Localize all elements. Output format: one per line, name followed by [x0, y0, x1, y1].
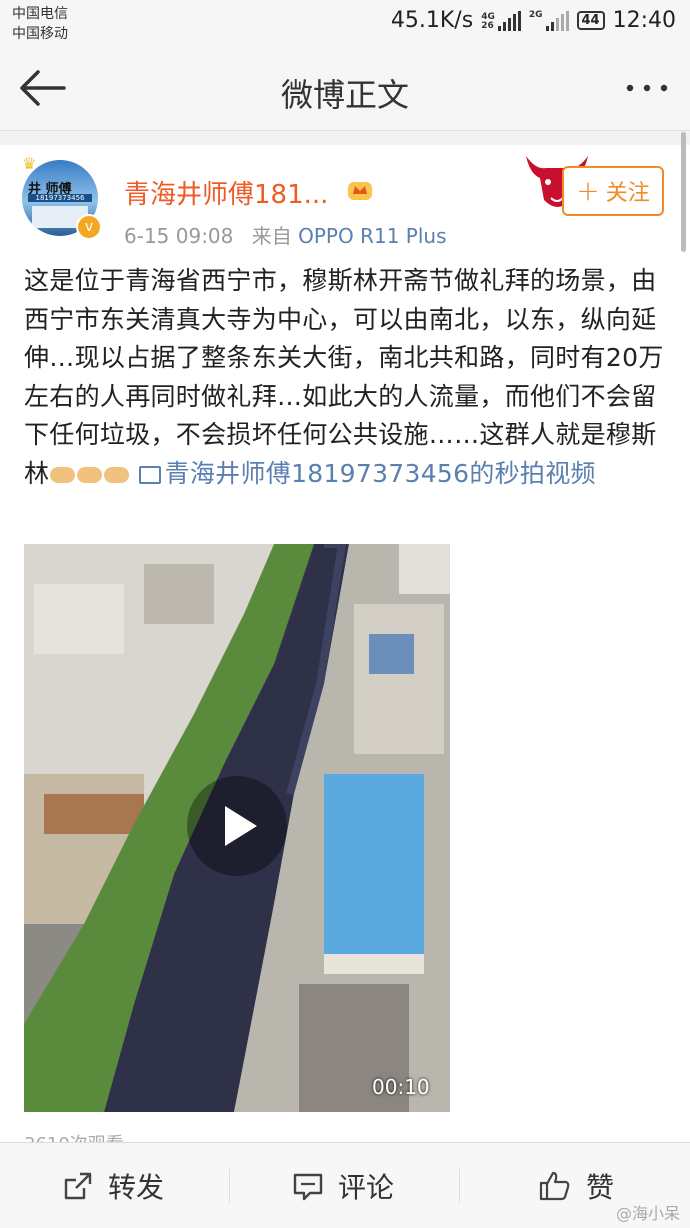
- post-body: 这是位于青海省西宁市，穆斯林开斋节做礼拜的场景，由西宁市东关清真大寺为中心，可以…: [24, 266, 664, 488]
- comment-icon: [293, 1173, 323, 1200]
- comment-button[interactable]: 评论: [292, 1143, 394, 1228]
- action-divider: [229, 1169, 230, 1203]
- clock: 12:40: [612, 8, 676, 33]
- handshake-emoji-icon: [50, 466, 76, 483]
- follow-button[interactable]: + 关注: [562, 166, 664, 216]
- action-divider: [459, 1169, 460, 1203]
- battery-icon: 44: [576, 11, 605, 30]
- post-text: 这是位于青海省西宁市，穆斯林开斋节做礼拜的场景，由西宁市东关清真大寺为中心，可以…: [24, 262, 668, 493]
- action-bar: 转发 评论 赞: [0, 1142, 690, 1228]
- network-label-26: 26: [481, 20, 494, 31]
- repost-icon: [64, 1172, 92, 1199]
- repost-button[interactable]: 转发: [62, 1143, 164, 1228]
- network-label-2g: 2G: [528, 9, 543, 20]
- video-link-icon: [138, 465, 161, 484]
- thumbs-up-icon: [539, 1171, 570, 1200]
- signal-icon: 4G 26: [481, 10, 521, 31]
- scrollbar[interactable]: [681, 132, 686, 252]
- video-link[interactable]: 青海井师傅18197373456的秒拍视频: [138, 458, 596, 488]
- page-title: 微博正文: [280, 76, 409, 114]
- handshake-emoji-icon: [104, 466, 130, 483]
- network-speed: 45.1K/s: [390, 8, 474, 33]
- username[interactable]: 青海井师傅181...: [124, 174, 328, 211]
- avatar[interactable]: 井 师傅 18197373456 ♛ v: [22, 154, 102, 240]
- follow-label: 关注: [605, 181, 650, 206]
- post-source[interactable]: OPPO R11 Plus: [298, 224, 446, 248]
- nav-bar: 微博正文: [0, 48, 690, 131]
- status-right: 45.1K/s 4G 26 2G 44 12:40: [391, 8, 676, 33]
- crown-icon: ♛: [22, 154, 37, 173]
- carrier-info: 中国电信 中国移动: [12, 4, 68, 44]
- verified-icon: v: [76, 214, 102, 240]
- comment-label: 评论: [338, 1170, 395, 1204]
- avatar-phone-text: 18197373456: [28, 194, 92, 202]
- like-button[interactable]: 赞: [538, 1143, 614, 1228]
- carrier-2: 中国移动: [12, 26, 68, 42]
- handshake-emoji-icon: [77, 466, 103, 483]
- more-dots-icon[interactable]: [624, 78, 670, 98]
- play-icon[interactable]: [185, 774, 289, 878]
- plus-icon: +: [576, 174, 600, 207]
- post-meta: 6-15 09:08 来自 OPPO R11 Plus: [124, 220, 447, 249]
- video-duration: 00:10: [372, 1075, 430, 1099]
- section-gap: [0, 131, 690, 145]
- repost-label: 转发: [108, 1170, 165, 1204]
- like-label: 赞: [586, 1170, 615, 1204]
- post-date: 6-15 09:08: [124, 224, 234, 248]
- watermark: @海小呆: [615, 1204, 680, 1223]
- carrier-1: 中国电信: [12, 6, 68, 22]
- video-link-text: 青海井师傅18197373456的秒拍视频: [164, 458, 596, 488]
- source-prefix: 来自: [251, 224, 292, 248]
- signal-2-icon: 2G: [528, 9, 569, 31]
- vip-crown-icon[interactable]: [346, 176, 374, 202]
- status-bar: 中国电信 中国移动 45.1K/s 4G 26 2G 44 12:40: [0, 0, 690, 48]
